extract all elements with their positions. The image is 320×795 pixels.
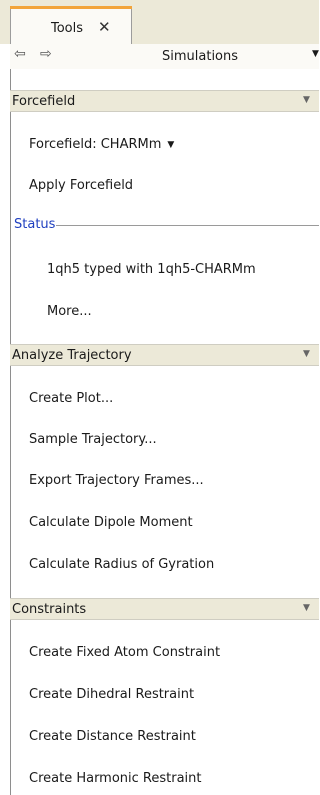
- create-plot-link[interactable]: Create Plot...: [29, 391, 113, 406]
- navigation-bar: ⇦ ⇨ Simulations ▼: [10, 44, 319, 69]
- create-fixed-atom-constraint-link[interactable]: Create Fixed Atom Constraint: [29, 645, 220, 660]
- status-text: 1qh5 typed with 1qh5-CHARMm: [47, 262, 256, 277]
- collapse-chevron-icon: ▼: [303, 349, 310, 359]
- apply-forcefield-link[interactable]: Apply Forcefield: [29, 178, 133, 193]
- tab-strip: Tools ✕: [0, 0, 319, 44]
- forcefield-selector[interactable]: Forcefield: CHARMm ▼: [29, 137, 174, 152]
- status-divider: [56, 225, 319, 226]
- section-header-forcefield[interactable]: Forcefield ▼: [10, 90, 319, 112]
- create-distance-restraint-link[interactable]: Create Distance Restraint: [29, 729, 196, 744]
- create-harmonic-restraint-link[interactable]: Create Harmonic Restraint: [29, 771, 202, 786]
- section-header-constraints[interactable]: Constraints ▼: [10, 598, 319, 620]
- panel-left-border: [10, 44, 11, 795]
- calculate-dipole-moment-link[interactable]: Calculate Dipole Moment: [29, 515, 193, 530]
- section-title: Forcefield: [12, 94, 76, 109]
- tool-category-selector[interactable]: Simulations: [162, 49, 238, 64]
- back-arrow-icon[interactable]: ⇦: [14, 46, 26, 62]
- collapse-chevron-icon: ▼: [303, 603, 310, 613]
- section-title: Constraints: [12, 602, 87, 617]
- tools-tab[interactable]: Tools ✕: [10, 6, 132, 44]
- tab-title: Tools: [51, 21, 84, 36]
- export-trajectory-frames-link[interactable]: Export Trajectory Frames...: [29, 473, 204, 488]
- section-header-analyze-trajectory[interactable]: Analyze Trajectory ▼: [10, 344, 319, 366]
- close-icon[interactable]: ✕: [98, 18, 111, 36]
- collapse-chevron-icon: ▼: [303, 95, 310, 105]
- more-link[interactable]: More...: [47, 304, 92, 319]
- forward-arrow-icon[interactable]: ⇨: [40, 46, 52, 62]
- section-title: Analyze Trajectory: [12, 348, 132, 363]
- create-dihedral-restraint-link[interactable]: Create Dihedral Restraint: [29, 687, 194, 702]
- tab-accent-bar: [10, 6, 132, 9]
- forcefield-label: Forcefield: CHARMm: [29, 137, 162, 152]
- chevron-down-icon: ▼: [167, 140, 175, 150]
- status-group-label: Status: [14, 217, 56, 232]
- calculate-radius-of-gyration-link[interactable]: Calculate Radius of Gyration: [29, 557, 214, 572]
- sample-trajectory-link[interactable]: Sample Trajectory...: [29, 432, 157, 447]
- chevron-down-icon[interactable]: ▼: [312, 49, 319, 59]
